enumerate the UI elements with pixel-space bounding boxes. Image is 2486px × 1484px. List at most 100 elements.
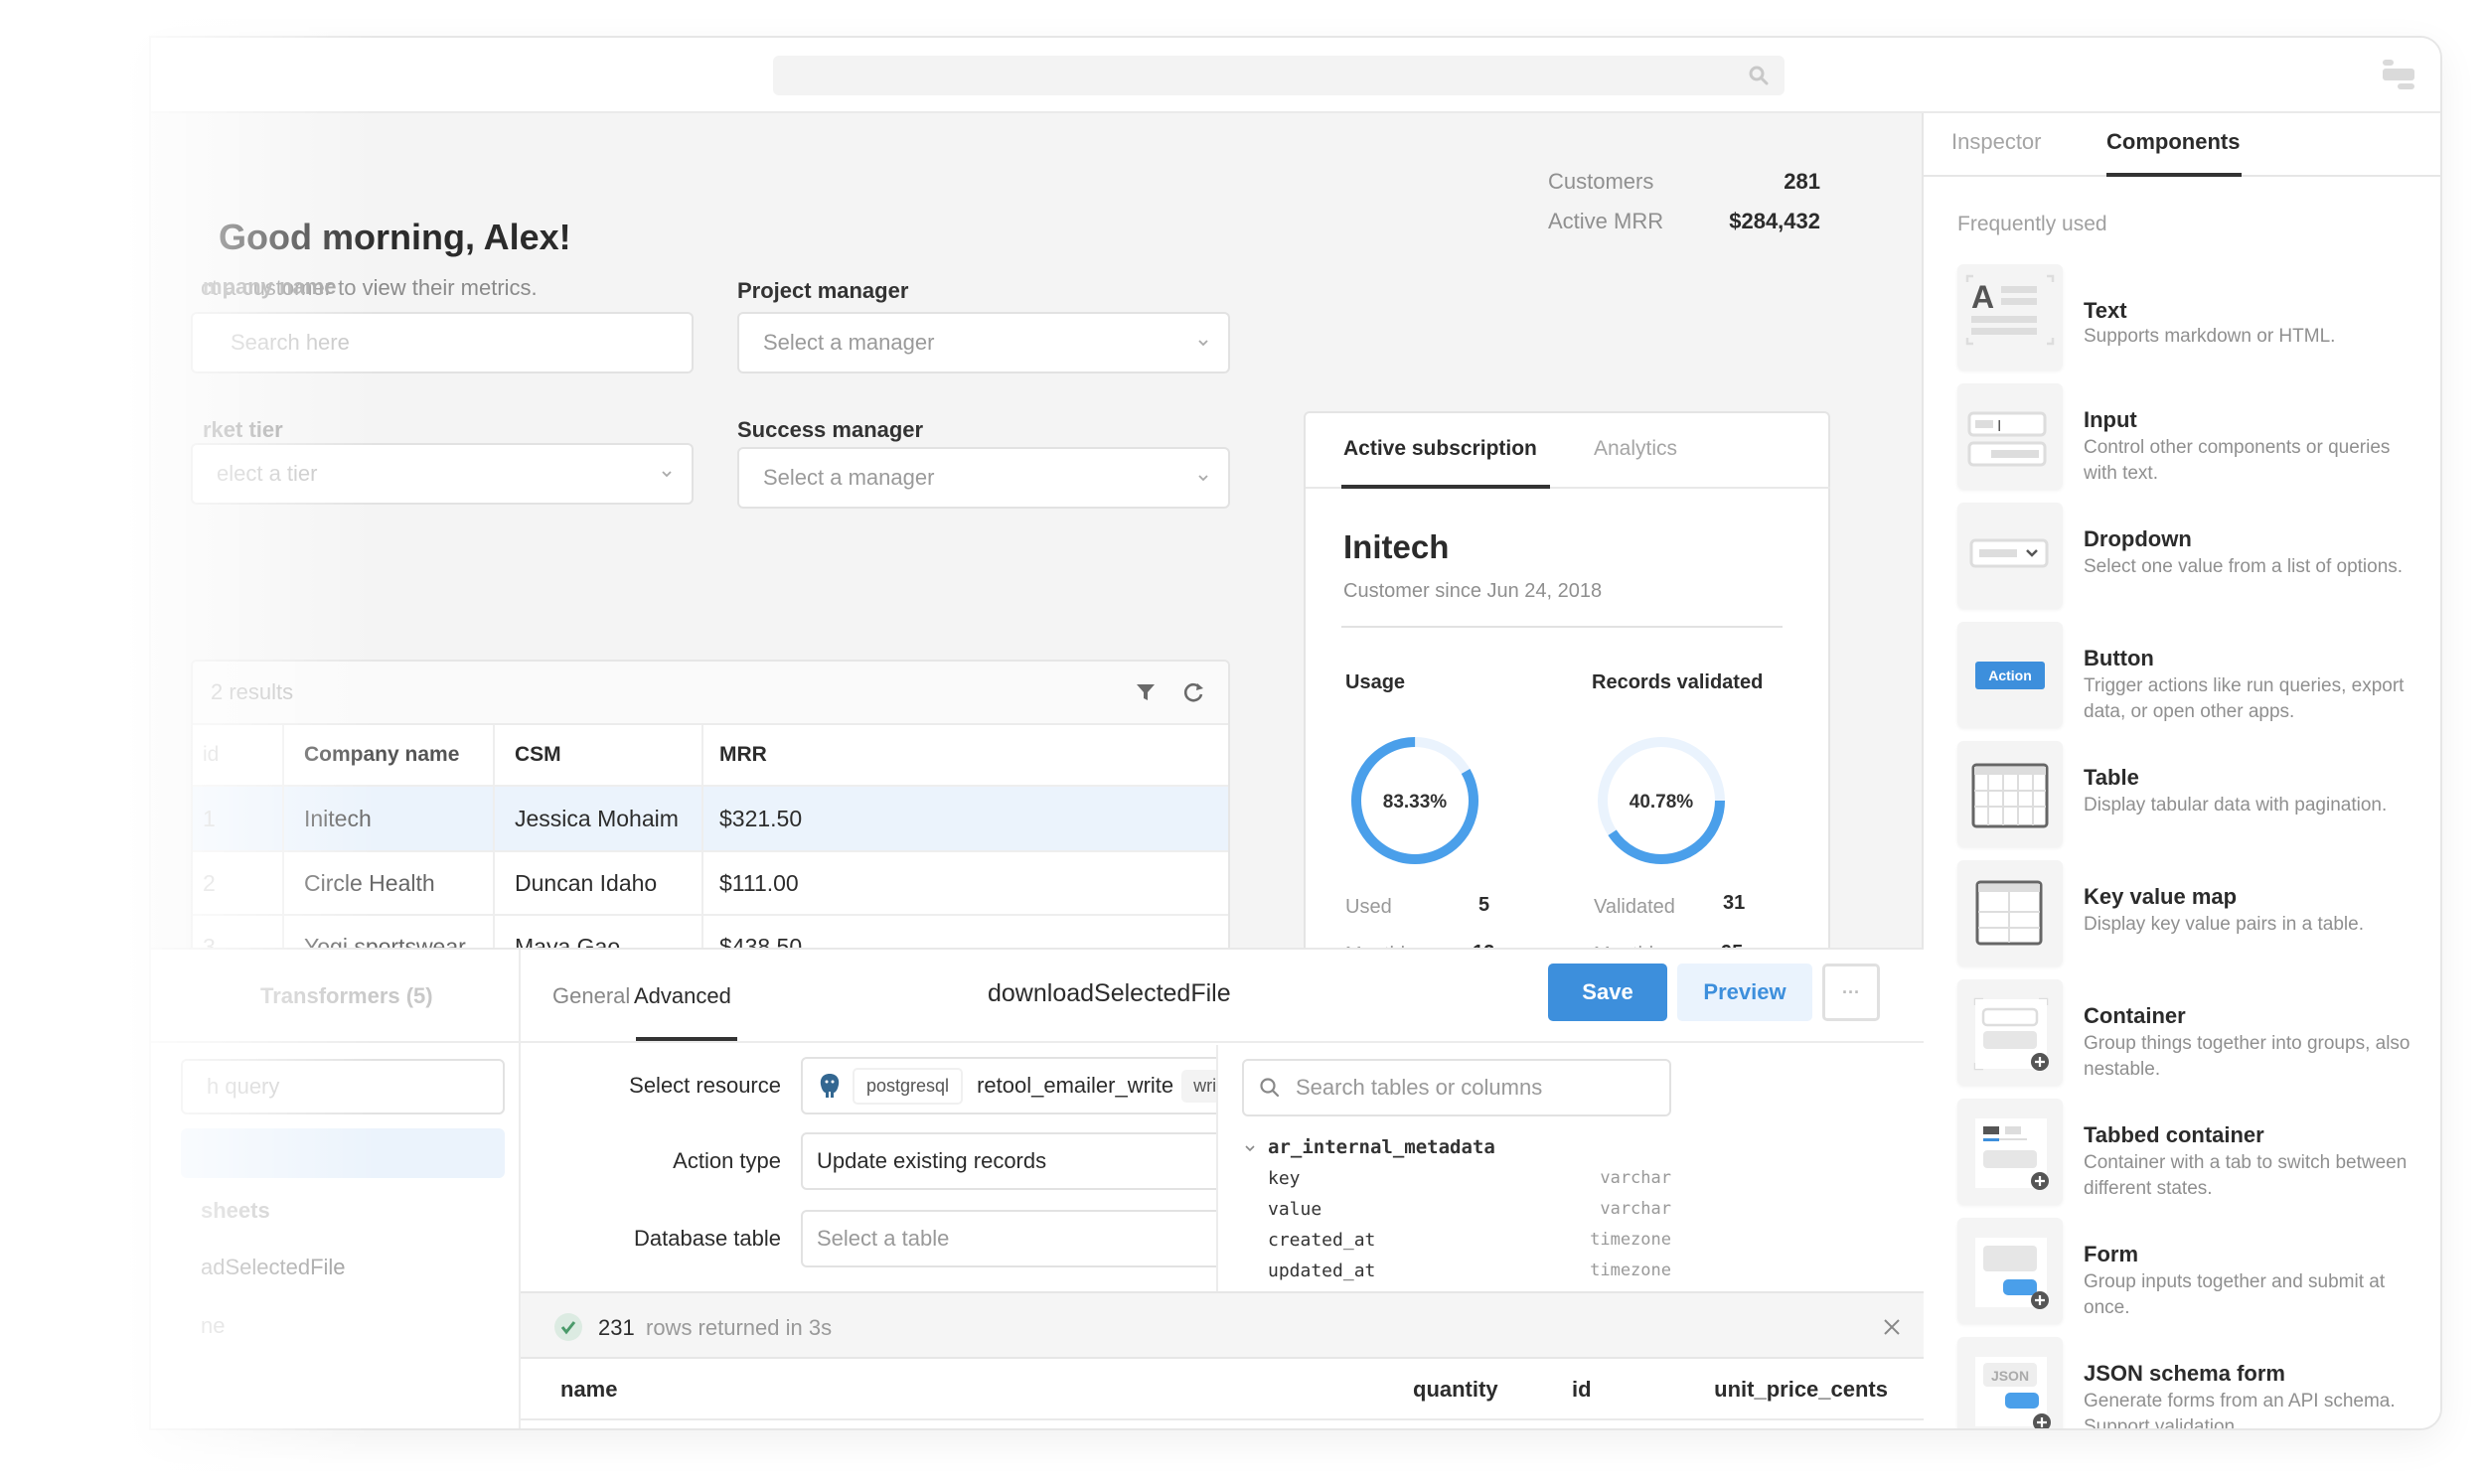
- component-description: Group inputs together and submit at once…: [2084, 1271, 2386, 1318]
- results-column-header[interactable]: unit_price_cents: [1663, 1377, 1888, 1403]
- component-item-json-schema-form[interactable]: JSON JSON schema form Generate forms from …: [1957, 1337, 2424, 1428]
- transformers-tab[interactable]: Transformers (5): [260, 983, 433, 1009]
- app-canvas: Good morning, Alex! ct a customer to vie…: [151, 113, 1924, 987]
- save-button[interactable]: Save: [1548, 964, 1667, 1021]
- query-list-item-selected[interactable]: [181, 1128, 505, 1178]
- component-item-container[interactable]: Container Group things together into grou…: [1957, 979, 2424, 1087]
- results-column-header[interactable]: name: [560, 1377, 617, 1403]
- component-title: Input: [2084, 407, 2137, 432]
- filter-icon[interactable]: [1133, 679, 1159, 705]
- company-name-input[interactable]: Search here: [191, 312, 694, 373]
- more-options-button[interactable]: ···: [1822, 964, 1880, 1021]
- button-component-icon[interactable]: Action: [1957, 622, 2063, 727]
- tab-general[interactable]: General: [552, 983, 630, 1009]
- schema-column-type: timezone: [1590, 1261, 1671, 1280]
- results-status-bar: 231 rows returned in 3s: [521, 1291, 1924, 1359]
- divider: [1341, 626, 1783, 628]
- schema-column-name[interactable]: key: [1268, 1168, 1301, 1189]
- component-description: Select one value from a list of options.: [2084, 556, 2404, 577]
- postgresql-icon: [820, 1074, 840, 1098]
- close-icon[interactable]: [1882, 1317, 1902, 1337]
- query-list-item[interactable]: adSelectedFile: [201, 1255, 346, 1280]
- project-manager-label: Project manager: [737, 278, 909, 303]
- component-title: Button: [2084, 646, 2154, 670]
- results-column-header[interactable]: quantity: [1413, 1377, 1498, 1403]
- schema-search-placeholder: Search tables or columns: [1296, 1075, 1543, 1100]
- table-cell-company: Initech: [282, 787, 493, 850]
- json-schema-form-icon[interactable]: JSON: [1957, 1337, 2063, 1428]
- stat-customers-value: 281: [1784, 169, 1820, 194]
- success-manager-placeholder: Select a manager: [763, 465, 935, 490]
- component-item-table[interactable]: Table Display tabular data with paginatio…: [1957, 741, 2424, 848]
- usage-donut: 83.33%: [1351, 737, 1478, 864]
- table-row[interactable]: 2 Circle Health Duncan Idaho $111.00: [193, 852, 1228, 916]
- component-item-text[interactable]: A Text Supports markdown or HTML.: [1957, 264, 2424, 371]
- results-row-count: 231: [598, 1315, 635, 1340]
- column-header-csm[interactable]: CSM: [493, 725, 701, 785]
- form-component-icon[interactable]: [1957, 1218, 2063, 1323]
- market-tier-select[interactable]: elect a tier: [191, 443, 694, 505]
- tabbed-container-icon[interactable]: [1957, 1099, 2063, 1204]
- subscription-card: Active subscription Analytics Initech Cu…: [1304, 411, 1830, 987]
- component-item-dropdown[interactable]: Dropdown Select one value from a list of …: [1957, 503, 2424, 610]
- right-panel-tabs: Inspector Components: [1924, 113, 2440, 177]
- records-title: Records validated: [1592, 671, 1764, 693]
- tab-active-subscription[interactable]: Active subscription: [1343, 437, 1537, 461]
- query-search-input[interactable]: h query: [181, 1059, 505, 1114]
- chevron-down-icon[interactable]: [1244, 1142, 1256, 1154]
- global-search-bar[interactable]: [773, 56, 1785, 95]
- column-header-mrr[interactable]: MRR: [701, 725, 1228, 785]
- search-icon: [1749, 66, 1769, 85]
- success-manager-select[interactable]: Select a manager: [737, 447, 1230, 509]
- component-description: Display key value pairs in a table.: [2084, 914, 2364, 935]
- component-item-tabbed-container[interactable]: Tabbed container Container with a tab to …: [1957, 1099, 2424, 1206]
- results-column-header[interactable]: id: [1572, 1377, 1592, 1403]
- refresh-icon[interactable]: [1180, 679, 1206, 705]
- container-component-icon[interactable]: [1957, 979, 2063, 1085]
- svg-text:Action: Action: [1988, 668, 2032, 683]
- table-component-icon[interactable]: [1957, 741, 2063, 846]
- table-cell-company: Circle Health: [282, 852, 493, 914]
- query-list-item[interactable]: ne: [201, 1313, 225, 1339]
- input-component-icon[interactable]: I: [1957, 383, 2063, 489]
- column-header-company[interactable]: Company name: [282, 725, 493, 785]
- company-name-placeholder: Search here: [231, 330, 350, 355]
- component-item-input[interactable]: I Input Control other components or querie…: [1957, 383, 2424, 491]
- schema-table-name[interactable]: ar_internal_metadata: [1268, 1136, 1495, 1158]
- results-row[interactable]: Stucture and Interpretation of Computer …: [521, 1422, 1924, 1428]
- dropdown-component-icon[interactable]: [1957, 503, 2063, 608]
- project-manager-select[interactable]: Select a manager: [737, 312, 1230, 373]
- column-header-id[interactable]: id: [203, 725, 219, 785]
- schema-search-input[interactable]: Search tables or columns: [1242, 1059, 1671, 1116]
- component-item-key-value-map[interactable]: Key value map Display key value pairs in …: [1957, 860, 2424, 967]
- search-icon: [1260, 1078, 1280, 1098]
- schema-column-name[interactable]: created_at: [1268, 1230, 1375, 1251]
- query-name[interactable]: downloadSelectedFile: [988, 979, 1231, 1008]
- chevron-down-icon: [1198, 340, 1208, 347]
- table-cell-id: 2: [203, 869, 216, 896]
- schema-column-name[interactable]: updated_at: [1268, 1261, 1375, 1281]
- component-item-form[interactable]: Form Group inputs together and submit at …: [1957, 1218, 2424, 1325]
- preview-button[interactable]: Preview: [1677, 964, 1812, 1021]
- tab-inspector[interactable]: Inspector: [1951, 129, 2042, 155]
- frequently-used-heading: Frequently used: [1957, 213, 2107, 235]
- schema-column-name[interactable]: value: [1268, 1199, 1321, 1220]
- query-list: Transformers (5) h query sheets adSelect…: [151, 950, 521, 1428]
- results-message: rows returned in 3s: [646, 1315, 833, 1340]
- table-toolbar: 2 results: [193, 662, 1228, 725]
- query-list-item[interactable]: sheets: [201, 1198, 270, 1224]
- key-value-map-icon[interactable]: [1957, 860, 2063, 965]
- tab-advanced[interactable]: Advanced: [634, 983, 731, 1009]
- tab-analytics[interactable]: Analytics: [1594, 437, 1677, 461]
- tab-components[interactable]: Components: [2106, 129, 2240, 155]
- text-component-icon[interactable]: A: [1957, 264, 2063, 370]
- customers-table: 2 results id Company name CSM MRR 1 Inite…: [191, 660, 1230, 987]
- layout-toggle-icon[interactable]: [2383, 60, 2416, 93]
- database-table-placeholder: Select a table: [817, 1226, 950, 1251]
- component-title: Tabbed container: [2084, 1122, 2264, 1147]
- usage-title: Usage: [1345, 671, 1406, 693]
- component-title: JSON schema form: [2084, 1361, 2285, 1386]
- table-row[interactable]: 1 Initech Jessica Mohaim $321.50: [193, 787, 1228, 852]
- table-cell-mrr: $321.50: [701, 787, 1228, 850]
- component-item-button[interactable]: Action Button Trigger actions like run que…: [1957, 622, 2424, 729]
